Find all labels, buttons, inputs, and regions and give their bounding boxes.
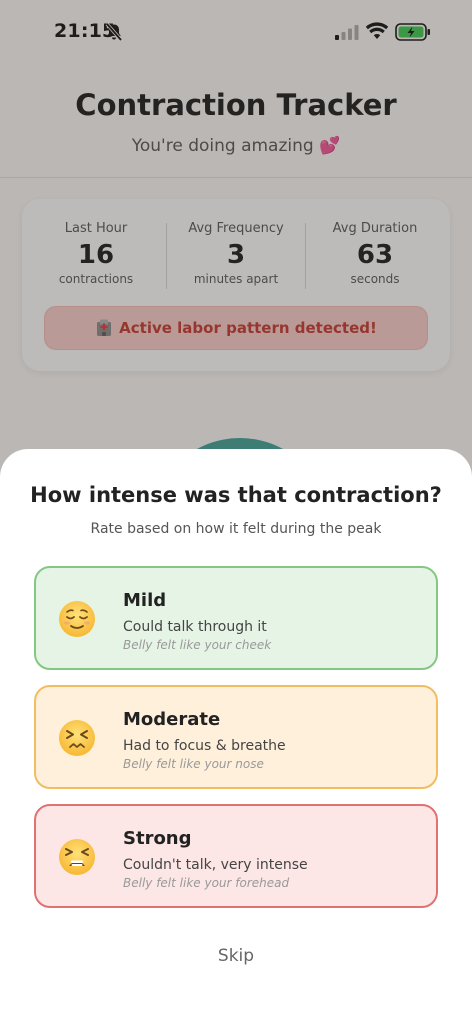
relieved-face-icon xyxy=(59,601,95,637)
option-title: Moderate xyxy=(123,709,221,730)
option-description: Couldn't talk, very intense xyxy=(123,857,308,873)
option-description: Had to focus & breathe xyxy=(123,738,286,754)
option-hint: Belly felt like your cheek xyxy=(123,638,272,652)
skip-button[interactable]: Skip xyxy=(0,946,472,966)
intensity-option-moderate[interactable]: Moderate Had to focus & breathe Belly fe… xyxy=(34,685,438,789)
option-title: Mild xyxy=(123,590,167,611)
intensity-option-mild[interactable]: Mild Could talk through it Belly felt li… xyxy=(34,566,438,670)
screen: 21:15 Contraction Tracker You're doing a… xyxy=(0,0,472,1024)
intensity-option-strong[interactable]: Strong Couldn't talk, very intense Belly… xyxy=(34,804,438,908)
option-hint: Belly felt like your forehead xyxy=(123,876,290,890)
option-description: Could talk through it xyxy=(123,619,267,635)
sheet-subtitle: Rate based on how it felt during the pea… xyxy=(90,521,382,537)
option-hint: Belly felt like your nose xyxy=(123,757,264,771)
tired-face-icon xyxy=(59,839,95,875)
intensity-bottom-sheet: How intense was that contraction? Rate b… xyxy=(0,449,472,1024)
option-title: Strong xyxy=(123,828,192,849)
sheet-title: How intense was that contraction? xyxy=(30,483,442,507)
confounded-face-icon xyxy=(59,720,95,756)
